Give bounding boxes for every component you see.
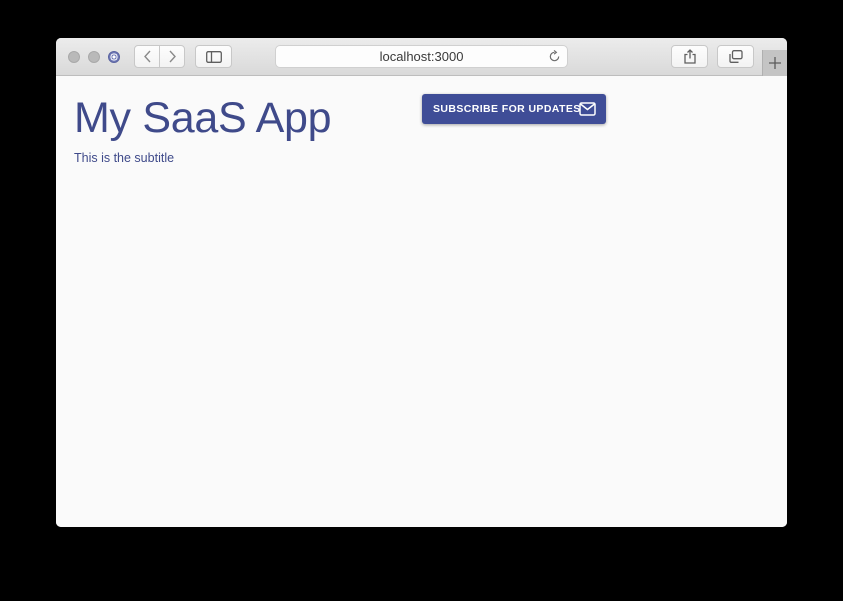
address-bar[interactable]: localhost:3000 <box>275 45 568 68</box>
page-subtitle: This is the subtitle <box>74 151 175 165</box>
new-tab-button[interactable] <box>762 50 787 76</box>
forward-button[interactable] <box>159 45 185 68</box>
sidebar-toggle-button[interactable] <box>195 45 232 68</box>
browser-window: localhost:3000 My SaaS App This is the s… <box>56 38 787 527</box>
subscribe-button-label: SUBSCRIBE FOR UPDATES <box>433 103 581 115</box>
browser-toolbar: localhost:3000 <box>56 38 787 76</box>
chevron-right-icon <box>168 50 176 63</box>
plus-icon <box>769 57 781 69</box>
share-button[interactable] <box>671 45 708 68</box>
tabs-icon <box>728 50 743 63</box>
page-title: My SaaS App <box>74 94 332 142</box>
close-window-button[interactable] <box>68 51 80 63</box>
share-icon <box>683 49 696 64</box>
url-text: localhost:3000 <box>379 49 464 64</box>
subscribe-button[interactable]: SUBSCRIBE FOR UPDATES <box>422 94 606 124</box>
sidebar-icon <box>205 50 222 63</box>
minimize-window-button[interactable] <box>88 51 100 63</box>
reload-icon[interactable] <box>548 50 561 63</box>
back-button[interactable] <box>134 45 160 68</box>
show-tabs-button[interactable] <box>717 45 754 68</box>
zoom-window-button[interactable] <box>108 51 120 63</box>
page-content <box>56 76 787 527</box>
chevron-left-icon <box>143 50 151 63</box>
mail-icon <box>579 102 596 116</box>
